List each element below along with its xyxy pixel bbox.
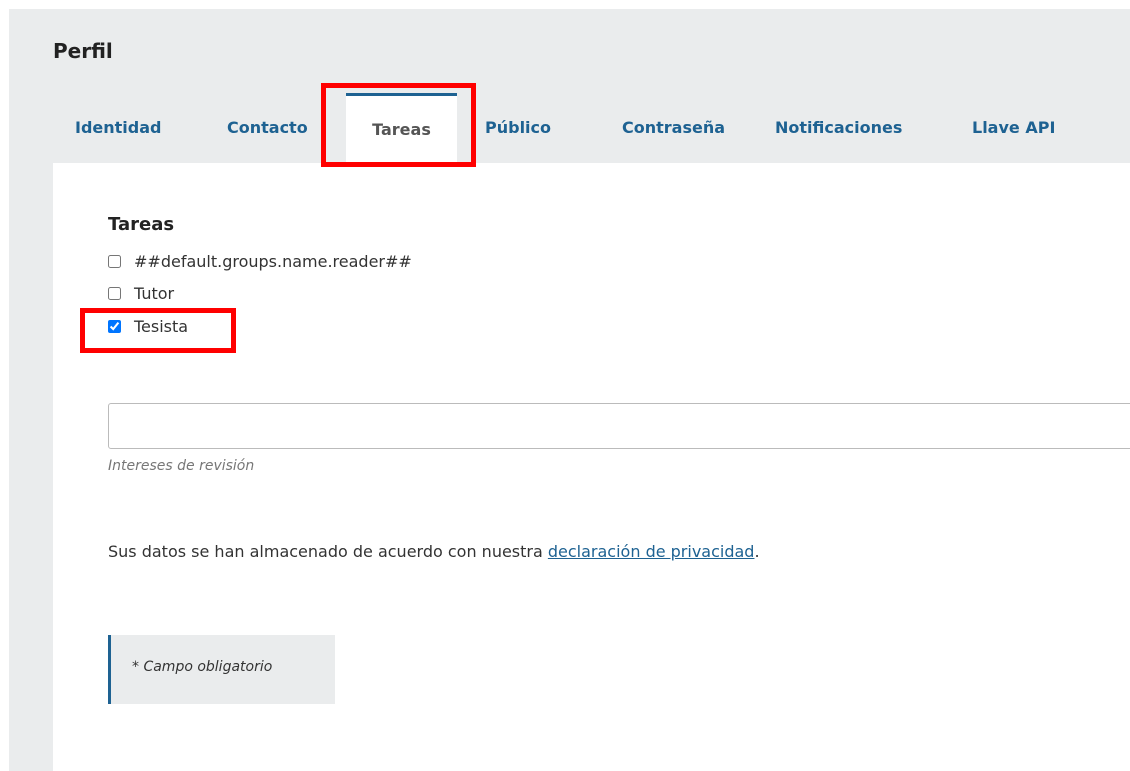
profile-tabs: Identidad Contacto Tareas Público Contra…	[9, 93, 1130, 163]
tutor-checkbox[interactable]	[108, 286, 121, 300]
tesista-label: Tesista	[134, 316, 189, 336]
privacy-text-end: .	[754, 542, 760, 561]
role-option-reader[interactable]: ##default.groups.name.reader##	[108, 249, 412, 273]
tab-tareas[interactable]: Tareas	[346, 93, 457, 163]
privacy-statement: Sus datos se han almacenado de acuerdo c…	[108, 542, 760, 561]
reader-checkbox[interactable]	[108, 254, 121, 268]
tab-contacto[interactable]: Contacto	[227, 93, 308, 163]
role-option-tutor[interactable]: Tutor	[108, 281, 174, 305]
privacy-link[interactable]: declaración de privacidad	[548, 542, 755, 561]
reader-label: ##default.groups.name.reader##	[134, 251, 412, 271]
tareas-panel: Tareas ##default.groups.name.reader## Tu…	[53, 163, 1130, 771]
review-interests-description: Intereses de revisión	[108, 458, 255, 474]
tutor-label: Tutor	[134, 283, 175, 303]
privacy-text: Sus datos se han almacenado de acuerdo c…	[108, 542, 548, 561]
review-interests-input[interactable]	[108, 403, 1130, 449]
tab-contrasena[interactable]: Contraseña	[622, 93, 725, 163]
profile-page: Perfil Identidad Contacto Tareas Público…	[9, 9, 1130, 771]
roles-heading: Tareas	[108, 214, 175, 235]
role-option-tesista[interactable]: Tesista	[108, 314, 188, 338]
tab-llave-api[interactable]: Llave API	[972, 93, 1055, 163]
page-title: Perfil	[53, 39, 113, 63]
tab-notificaciones[interactable]: Notificaciones	[775, 93, 902, 163]
tesista-checkbox[interactable]	[108, 319, 121, 333]
required-fields-note: * Campo obligatorio	[108, 635, 335, 704]
required-fields-text: * Campo obligatorio	[132, 659, 273, 675]
tab-identidad[interactable]: Identidad	[75, 93, 161, 163]
tab-publico[interactable]: Público	[485, 93, 551, 163]
